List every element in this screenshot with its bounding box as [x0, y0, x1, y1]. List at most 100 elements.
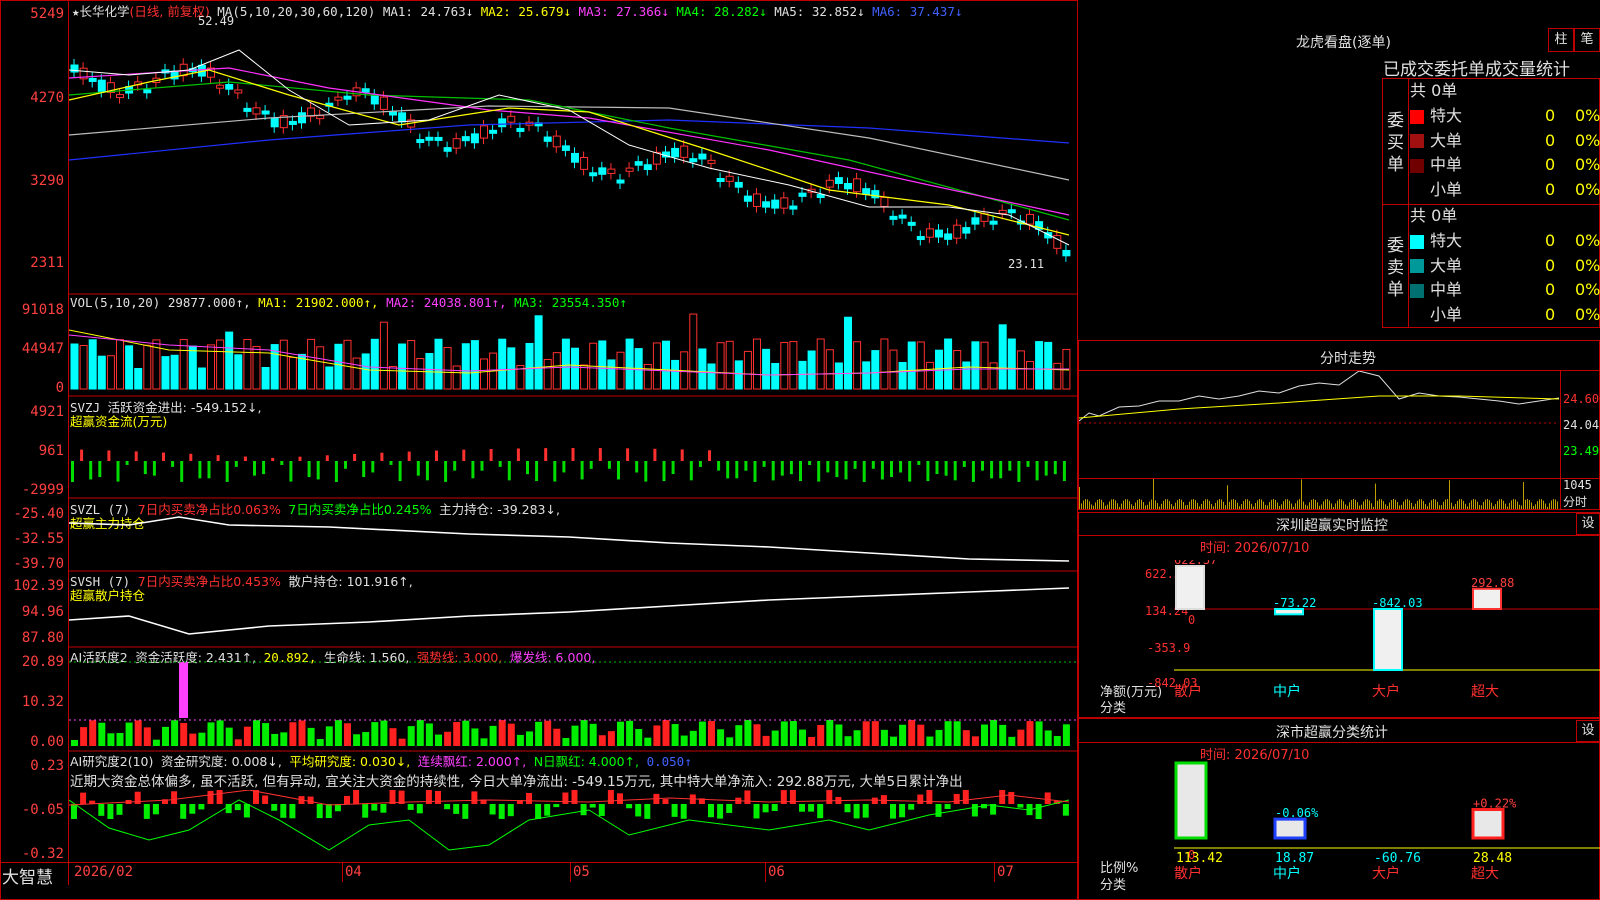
vol-axis-label: 0 — [55, 380, 64, 396]
candle — [498, 118, 507, 128]
ai1-chart[interactable] — [69, 648, 1077, 752]
flow-bar — [1035, 461, 1039, 481]
svsh-chart[interactable] — [69, 572, 1077, 648]
research-bar — [617, 793, 623, 804]
activity-bar — [835, 724, 843, 746]
ai2-chart[interactable] — [69, 790, 1077, 862]
intraday-volume-bar — [1207, 499, 1208, 509]
order-percent: 0% — [1575, 304, 1600, 324]
bar-mode-button[interactable]: 柱 — [1548, 28, 1574, 52]
research-bar — [880, 795, 887, 804]
intraday-volume-bar — [1225, 505, 1226, 509]
order-count: 0 — [1545, 280, 1556, 299]
candle — [543, 136, 552, 142]
monitor-settings-button[interactable]: 设 — [1576, 513, 1600, 535]
intraday-volume-bar — [1129, 501, 1130, 509]
intraday-volume-bar — [1413, 506, 1414, 509]
activity-bar — [535, 721, 543, 746]
order-percent: 0% — [1575, 130, 1600, 150]
intraday-volume-bar — [1185, 505, 1186, 509]
candle — [470, 133, 479, 144]
intraday-volume-bar — [1441, 505, 1442, 509]
intraday-chart[interactable] — [1079, 371, 1559, 509]
ai1-axis-label: 0.00 — [30, 734, 64, 750]
volume-bar — [279, 339, 288, 390]
svzl-chart[interactable] — [69, 499, 1077, 572]
intraday-volume-bar — [1375, 483, 1376, 509]
intraday-volume-bar — [1451, 502, 1452, 509]
research-bar — [280, 804, 287, 818]
flow-bar — [671, 461, 675, 475]
volume-bar — [962, 361, 971, 390]
tick — [570, 862, 571, 882]
longhu-subtitle: 已成交委托单成交量统计 — [1383, 60, 1570, 80]
flow-bar — [817, 461, 821, 482]
intraday-volume-bar — [1337, 500, 1338, 509]
order-percent: 0% — [1575, 155, 1600, 174]
flow-bar — [253, 461, 256, 476]
flow-bar — [198, 461, 202, 479]
flow-bar — [307, 461, 311, 478]
bar-value-label: 292.88 — [1471, 576, 1514, 590]
activity-bar — [598, 735, 606, 746]
intraday-volume-bar — [1119, 506, 1120, 509]
intraday-volume-bar — [1271, 499, 1272, 509]
research-bar — [971, 804, 978, 817]
intraday-volume-bar — [1117, 503, 1118, 509]
activity-bar — [171, 720, 179, 746]
intraday-price-high: 24.60 — [1563, 392, 1600, 406]
intraday-volume-bar — [1381, 499, 1382, 509]
candle — [243, 107, 252, 112]
flow-bar — [225, 461, 229, 482]
activity-bar — [325, 726, 333, 746]
longhu-title: 龙虎看盘(逐单) — [1296, 35, 1391, 51]
svzj-chart[interactable] — [69, 397, 1077, 499]
intraday-volume-bar — [1401, 504, 1402, 509]
svzl-axis-label: -32.55 — [13, 531, 64, 547]
ma5-line — [69, 105, 1070, 181]
intraday-volume-bar — [1539, 499, 1540, 509]
candle — [862, 188, 871, 195]
activity-bar — [143, 727, 151, 746]
color-swatch — [1410, 283, 1424, 298]
intraday-volume-bar — [1431, 500, 1432, 509]
intraday-volume-bar — [1241, 504, 1242, 509]
intraday-volume-bar — [1371, 503, 1372, 509]
candle — [88, 77, 97, 82]
ai1-axis-label: 10.32 — [21, 694, 64, 710]
activity-bar — [280, 732, 288, 746]
activity-bar — [990, 720, 998, 746]
volume-bar — [580, 364, 589, 390]
volume-chart[interactable] — [69, 295, 1077, 397]
candle — [880, 196, 889, 207]
monitor-bar-chart[interactable]: 622.37 散户 -73.22 中户 -842.03 大户 292.88 超大 — [1078, 560, 1600, 718]
intraday-volume-bar — [1079, 487, 1080, 509]
activity-bar — [353, 734, 361, 746]
candle — [1007, 209, 1016, 214]
intraday-volume-bar — [1411, 503, 1412, 509]
intraday-volume-bar — [1291, 503, 1292, 509]
flow-bar — [680, 449, 684, 461]
classstat-bar-chart[interactable]: 113.42散户 -0.06% 18.87中户 -60.76大户 +0.22% 28.48… — [1078, 760, 1600, 900]
activity-bar — [71, 740, 78, 746]
classstat-settings-button[interactable]: 设 — [1576, 720, 1600, 742]
research-bar — [671, 804, 678, 817]
category-label: 大户 — [1372, 683, 1400, 700]
intraday-volume-bar — [1553, 499, 1554, 509]
intraday-volume-bar — [1221, 499, 1222, 509]
activity-bar — [289, 722, 297, 746]
flow-bar — [844, 461, 848, 480]
volume-bar — [197, 367, 206, 390]
candle — [871, 190, 880, 199]
order-type-label: 特大 — [1430, 106, 1463, 125]
candlestick-chart[interactable] — [69, 0, 1077, 295]
candle — [889, 215, 898, 220]
intraday-volume-bar — [1233, 499, 1234, 509]
activity-bar — [671, 724, 679, 746]
time-axis-label: 06 — [768, 864, 785, 880]
intraday-volume-bar — [1529, 500, 1530, 509]
tick-mode-button[interactable]: 笔 — [1574, 28, 1600, 52]
flow-bar — [498, 461, 502, 467]
research-bar — [107, 804, 114, 819]
intraday-volume-bar — [1503, 500, 1504, 509]
